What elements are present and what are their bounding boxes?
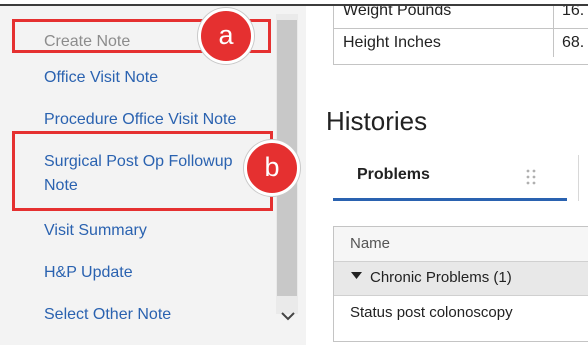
vitals-row: Weight Pounds 16.	[334, 6, 588, 29]
vitals-value: 68.	[562, 34, 585, 51]
menu-item-select-other-note[interactable]: Select Other Note	[44, 303, 171, 327]
annotation-badge-a: a	[198, 8, 254, 64]
tab-problems[interactable]: Problems	[333, 155, 567, 201]
tab-divider	[578, 155, 579, 201]
tab-label: Problems	[357, 166, 430, 183]
group-label: Chronic Problems (1)	[370, 269, 512, 286]
histories-tab-bar: Problems	[333, 155, 588, 201]
vitals-row: Height Inches 68.	[334, 29, 588, 57]
menu-item-visit-summary[interactable]: Visit Summary	[44, 219, 147, 243]
column-divider	[553, 29, 554, 57]
menu-item-procedure-office-visit-note[interactable]: Procedure Office Visit Note	[44, 108, 236, 132]
menu-item-hp-update[interactable]: H&P Update	[44, 261, 133, 285]
drag-handle-icon[interactable]	[525, 167, 539, 187]
caret-down-icon[interactable]	[351, 271, 362, 283]
histories-heading: Histories	[326, 106, 428, 136]
problems-grid: Name Chronic Problems (1) Status post co…	[333, 226, 588, 342]
grid-header: Name	[334, 227, 588, 262]
column-divider	[553, 6, 554, 28]
problem-name: Status post colonoscopy	[350, 304, 513, 321]
vitals-label: Height Inches	[343, 34, 441, 51]
chevron-down-icon[interactable]	[278, 306, 298, 326]
vitals-label: Weight Pounds	[343, 6, 452, 19]
menu-item-office-visit-note[interactable]: Office Visit Note	[44, 66, 158, 90]
group-row-chronic-problems[interactable]: Chronic Problems (1)	[334, 262, 588, 296]
annotation-box-b	[12, 131, 273, 211]
vitals-value: 16.	[562, 6, 585, 19]
table-row[interactable]: Status post colonoscopy	[334, 296, 588, 332]
vitals-table: Weight Pounds 16. Height Inches 68.	[333, 6, 588, 65]
annotation-badge-b: b	[244, 140, 300, 196]
column-header-name[interactable]: Name	[350, 235, 390, 252]
